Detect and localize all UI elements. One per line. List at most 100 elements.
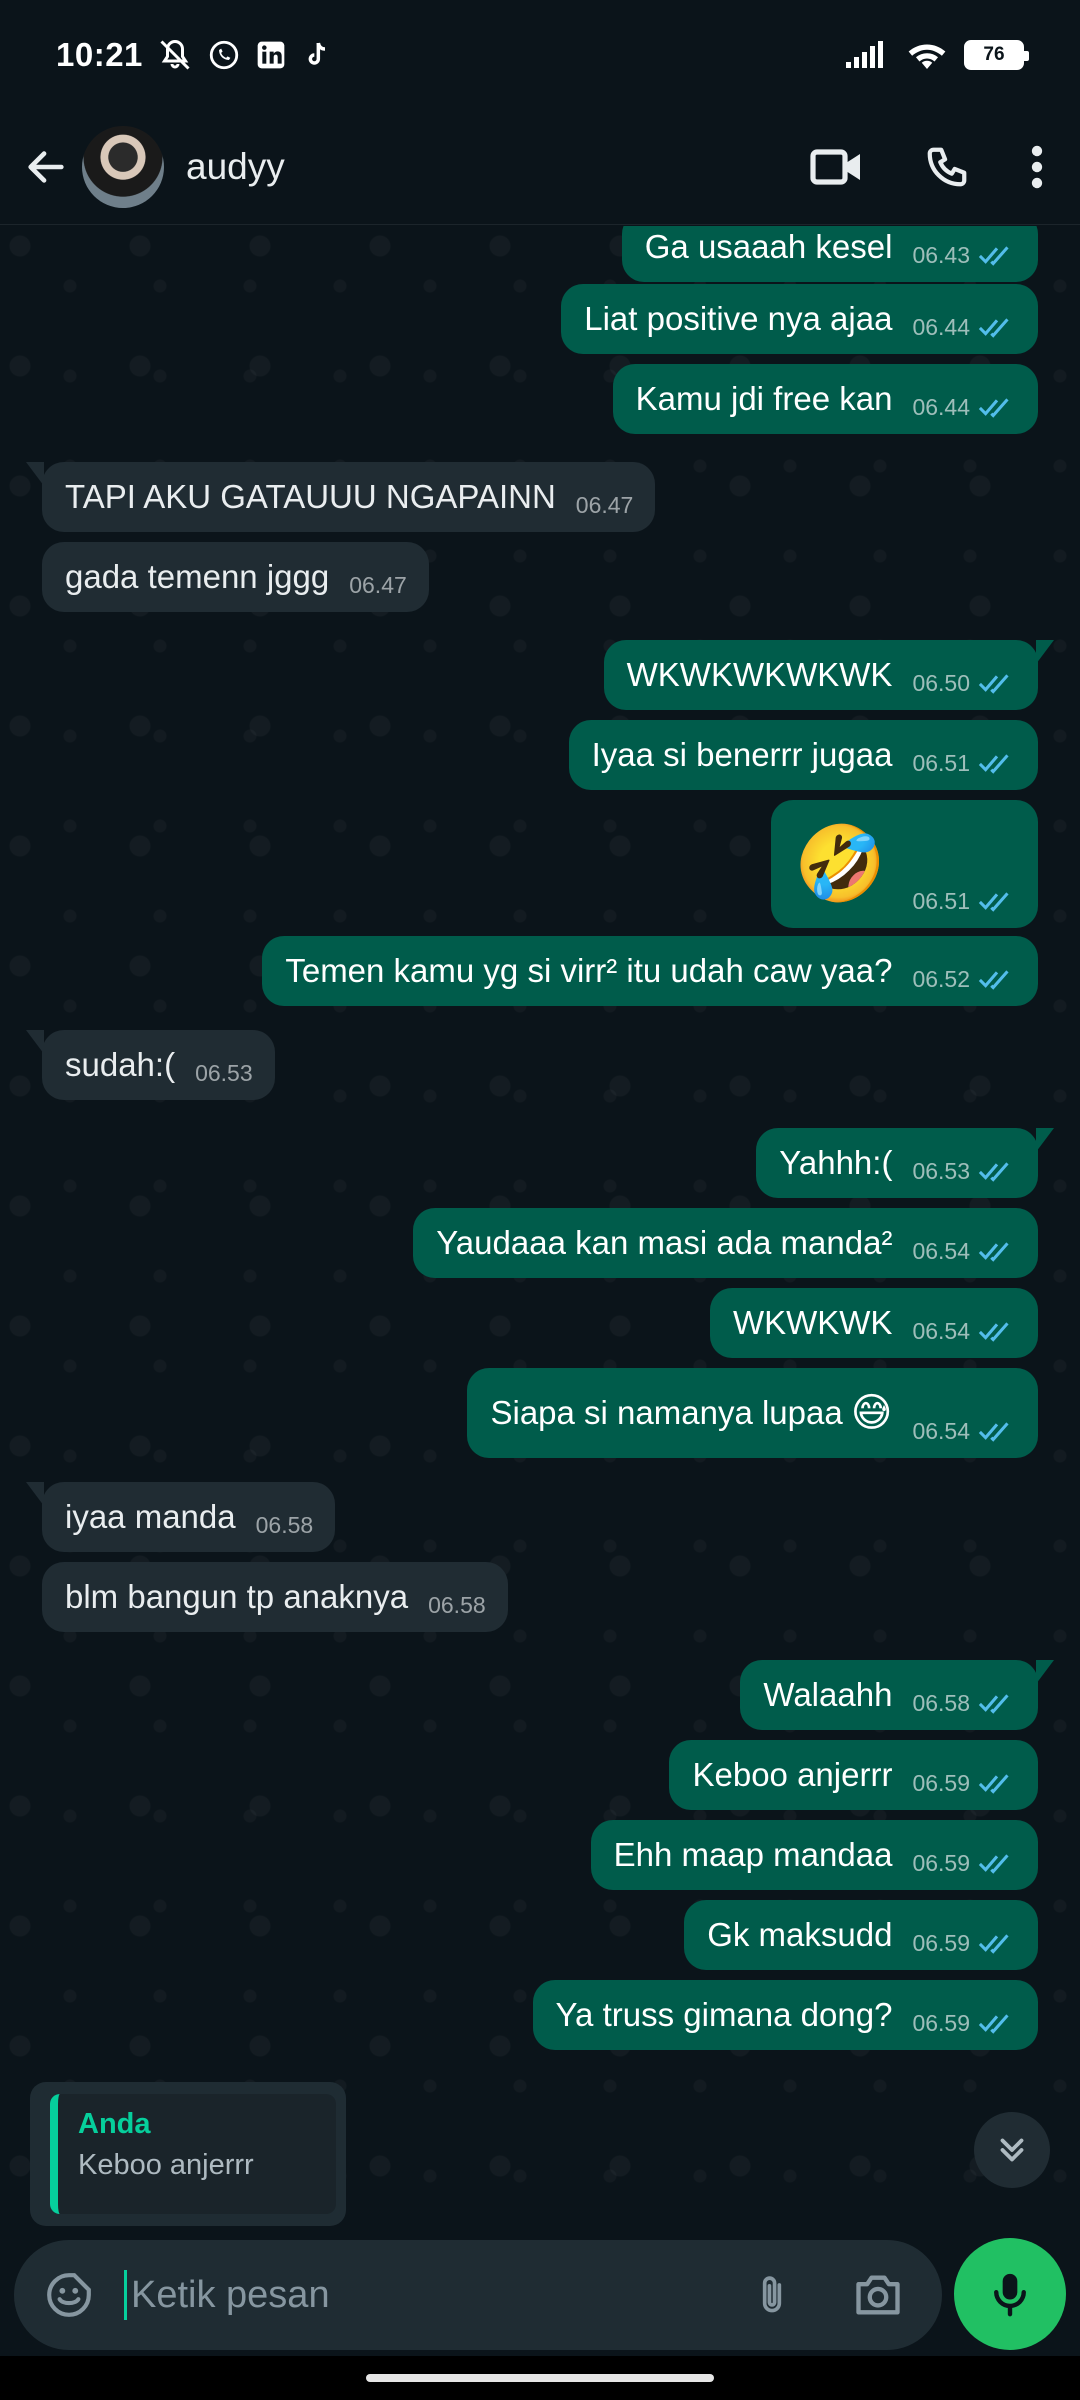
- message-input-container[interactable]: Ketik pesan: [14, 2240, 942, 2350]
- camera-button[interactable]: [852, 2271, 904, 2319]
- chevron-double-down-icon: [1000, 2138, 1024, 2162]
- message-incoming[interactable]: TAPI AKU GATAUUU NGAPAINN 06.47: [25, 462, 656, 532]
- whatsapp-icon: [209, 40, 239, 70]
- message-outgoing[interactable]: Ya truss gimana dong? 06.59: [532, 1980, 1038, 2050]
- contact-avatar[interactable]: [82, 126, 164, 208]
- read-ticks-icon: [978, 1694, 1009, 1714]
- contact-name[interactable]: audyy: [186, 146, 285, 188]
- message-text: Temen kamu yg si virr² itu udah caw yaa?: [285, 952, 893, 989]
- message-time: 06.54: [912, 1238, 970, 1264]
- message-list[interactable]: Ga usaaah kesel 06.43 Liat positive nya …: [0, 226, 1080, 2236]
- tiktok-icon: [308, 42, 326, 65]
- message-time: 06.58: [428, 1592, 486, 1618]
- attach-icon: [762, 2276, 782, 2313]
- message-text: WKWKWK: [732, 1304, 893, 1341]
- message-time: 06.59: [912, 1850, 970, 1876]
- text-cursor: [124, 2270, 127, 2320]
- header-actions: [810, 144, 1044, 190]
- message-input[interactable]: Ketik pesan: [131, 2274, 330, 2317]
- message-incoming[interactable]: sudah:( 06.53: [26, 1030, 275, 1100]
- message-time: 06.50: [912, 670, 970, 696]
- message-incoming[interactable]: iyaa manda 06.58: [25, 1482, 336, 1552]
- battery-indicator: 76: [964, 40, 1029, 70]
- message-text: Keboo anjerrr: [692, 1756, 893, 1793]
- reply-author: Anda: [78, 2108, 151, 2140]
- video-call-icon[interactable]: [810, 147, 864, 187]
- message-incoming[interactable]: blm bangun tp anaknya 06.58: [42, 1562, 508, 1632]
- voice-message-button[interactable]: [954, 2238, 1066, 2350]
- message-text: Liat positive nya ajaa: [584, 300, 893, 337]
- back-button[interactable]: [16, 144, 76, 190]
- message-text: Ya truss gimana dong?: [555, 1996, 893, 2033]
- wifi-icon: [908, 44, 946, 69]
- message-outgoing[interactable]: Liat positive nya ajaa 06.44: [561, 284, 1038, 354]
- emoji-sticker-icon: [47, 2273, 91, 2317]
- attach-button[interactable]: [750, 2270, 794, 2320]
- message-outgoing[interactable]: Gk maksudd 06.59: [684, 1900, 1038, 1970]
- message-time: 06.51: [912, 888, 970, 914]
- message-outgoing[interactable]: Siapa si namanya lupaa 😅 06.54: [467, 1368, 1038, 1458]
- reply-preview[interactable]: Anda Keboo anjerrr: [30, 2082, 346, 2226]
- read-ticks-icon: [978, 1774, 1009, 1794]
- message-outgoing[interactable]: Kamu jdi free kan 06.44: [612, 364, 1038, 434]
- message-outgoing[interactable]: Iyaa si benerrr jugaa 06.51: [568, 720, 1038, 790]
- read-ticks-icon: [978, 1242, 1009, 1262]
- message-time: 06.47: [349, 572, 407, 598]
- message-incoming[interactable]: gada temenn jggg 06.47: [42, 542, 429, 612]
- read-ticks-icon: [978, 892, 1009, 912]
- message-text: Siapa si namanya lupaa: [490, 1394, 843, 1431]
- read-ticks-icon: [978, 246, 1009, 266]
- emoji-rofl-icon: 🤣: [794, 822, 887, 905]
- emoji-sticker-button[interactable]: [34, 2270, 104, 2320]
- message-text: iyaa manda: [65, 1498, 236, 1535]
- read-ticks-icon: [978, 1934, 1009, 1954]
- message-time: 06.44: [912, 394, 970, 420]
- message-time: 06.53: [912, 1158, 970, 1184]
- message-time: 06.58: [912, 1690, 970, 1716]
- message-time: 06.44: [912, 314, 970, 340]
- message-time: 06.59: [912, 1770, 970, 1796]
- mute-bell-icon: [160, 39, 190, 70]
- read-ticks-icon: [978, 1854, 1009, 1874]
- phone-icon[interactable]: [924, 144, 970, 190]
- message-text: Iyaa si benerrr jugaa: [591, 736, 893, 773]
- message-time: 06.43: [912, 242, 970, 268]
- message-time: 06.59: [912, 1930, 970, 1956]
- message-outgoing[interactable]: Yaudaaa kan masi ada manda² 06.54: [413, 1208, 1038, 1278]
- read-ticks-icon: [978, 318, 1009, 338]
- read-ticks-icon: [978, 1162, 1009, 1182]
- read-ticks-icon: [978, 1422, 1009, 1442]
- message-time: 06.54: [912, 1318, 970, 1344]
- read-ticks-icon: [978, 970, 1009, 990]
- message-outgoing[interactable]: WKWKWK 06.54: [709, 1288, 1038, 1358]
- message-text: Ehh maap mandaa: [613, 1836, 893, 1873]
- scroll-to-bottom-button[interactable]: [974, 2112, 1050, 2188]
- message-outgoing[interactable]: WKWKWKWKWK 06.50: [603, 640, 1055, 710]
- message-outgoing[interactable]: Ga usaaah kesel 06.43: [621, 226, 1038, 282]
- more-options-icon[interactable]: [1030, 145, 1044, 189]
- message-time: 06.52: [912, 966, 970, 992]
- message-outgoing[interactable]: Walaahh 06.58: [740, 1660, 1054, 1730]
- message-text: blm bangun tp anaknya: [65, 1578, 409, 1615]
- message-outgoing-emoji[interactable]: 🤣 06.51: [771, 800, 1038, 928]
- message-outgoing[interactable]: Ehh maap mandaa 06.59: [590, 1820, 1038, 1890]
- message-text: Ga usaaah kesel: [644, 228, 893, 265]
- quoted-message[interactable]: Anda Keboo anjerrr: [50, 2094, 336, 2214]
- message-text: WKWKWKWKWK: [626, 656, 893, 693]
- message-time: 06.58: [255, 1512, 314, 1538]
- camera-icon: [856, 2275, 900, 2315]
- message-outgoing[interactable]: Temen kamu yg si virr² itu udah caw yaa?…: [262, 936, 1038, 1006]
- message-time: 06.53: [195, 1060, 253, 1086]
- message-time: 06.47: [575, 492, 634, 518]
- home-indicator[interactable]: [366, 2374, 714, 2382]
- status-time: 10:21: [56, 36, 143, 73]
- back-arrow-icon: [28, 151, 64, 183]
- message-text: sudah:(: [65, 1046, 176, 1083]
- mic-icon: [994, 2273, 1026, 2317]
- message-outgoing[interactable]: Keboo anjerrr 06.59: [669, 1740, 1038, 1810]
- notification-icons: [157, 37, 333, 73]
- message-outgoing[interactable]: Yahhh:( 06.53: [756, 1128, 1054, 1198]
- message-time: 06.59: [912, 2010, 970, 2036]
- read-ticks-icon: [978, 398, 1009, 418]
- message-text: Gk maksudd: [707, 1916, 893, 1953]
